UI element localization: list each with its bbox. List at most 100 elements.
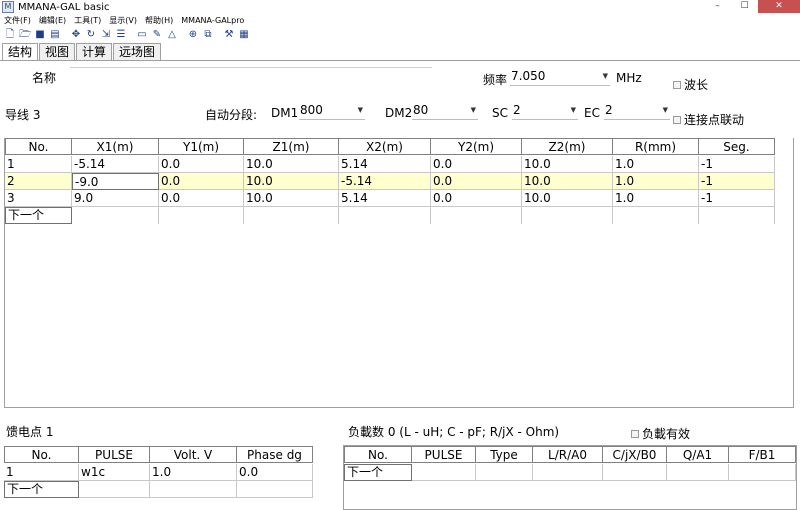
- tab-calculate[interactable]: 计算: [76, 43, 113, 60]
- cell-z2[interactable]: 10.0: [522, 173, 613, 190]
- empty-cell[interactable]: [412, 464, 476, 481]
- target-icon[interactable]: ⊕: [187, 29, 199, 41]
- cell-radius[interactable]: 1.0: [613, 156, 699, 173]
- tab-structure[interactable]: 结构: [2, 43, 39, 61]
- tab-view[interactable]: 视图: [39, 43, 76, 60]
- column-header[interactable]: X2(m): [339, 138, 431, 155]
- menu-view[interactable]: 显示(V): [105, 15, 141, 26]
- copy-icon[interactable]: ⧉: [202, 29, 214, 41]
- empty-cell[interactable]: [339, 207, 431, 224]
- save-icon[interactable]: ■: [34, 29, 46, 41]
- cell-no[interactable]: 2: [5, 173, 72, 190]
- empty-cell[interactable]: [244, 207, 339, 224]
- column-header[interactable]: F/B1: [729, 446, 796, 463]
- cell-x2[interactable]: -5.14: [339, 173, 431, 190]
- cell-y2[interactable]: 0.0: [431, 156, 522, 173]
- column-header[interactable]: Type: [476, 446, 533, 463]
- pencil-icon[interactable]: ✎: [151, 29, 163, 41]
- cell-radius[interactable]: 1.0: [613, 173, 699, 190]
- column-header[interactable]: No.: [5, 138, 72, 155]
- open-icon[interactable]: 🗁: [19, 29, 31, 41]
- new-icon[interactable]: 🗋: [4, 29, 16, 41]
- cell-z1[interactable]: 10.0: [244, 190, 339, 207]
- cell-y1[interactable]: 0.0: [159, 173, 244, 190]
- cell-segments[interactable]: -1: [699, 173, 775, 190]
- move-icon[interactable]: ✥: [70, 29, 82, 41]
- cell-z1[interactable]: 10.0: [244, 173, 339, 190]
- scale-icon[interactable]: ⇲: [100, 29, 112, 41]
- column-header[interactable]: Seg.: [699, 138, 775, 155]
- cell-x1[interactable]: -9.0: [72, 173, 159, 190]
- column-header[interactable]: R(mm): [613, 138, 699, 155]
- empty-cell[interactable]: [729, 464, 796, 481]
- menu-file[interactable]: 文件(F): [0, 15, 35, 26]
- calculator-icon[interactable]: ▦: [238, 29, 250, 41]
- empty-cell[interactable]: [603, 464, 667, 481]
- cell-pulse[interactable]: w1c: [79, 464, 150, 481]
- column-header[interactable]: Volt. V: [150, 446, 237, 463]
- dm2-combo[interactable]: 80 ▼: [412, 102, 478, 120]
- cell-radius[interactable]: 1.0: [613, 190, 699, 207]
- menu-help[interactable]: 帮助(H): [141, 15, 177, 26]
- table-row[interactable]: 1 w1c 1.0 0.0: [4, 464, 313, 481]
- empty-cell[interactable]: [431, 207, 522, 224]
- tools-icon[interactable]: ⚒: [223, 29, 235, 41]
- column-header[interactable]: PULSE: [412, 446, 476, 463]
- cell-y2[interactable]: 0.0: [431, 173, 522, 190]
- empty-cell[interactable]: [159, 207, 244, 224]
- next-row-button[interactable]: 下一个: [344, 464, 412, 481]
- ec-combo[interactable]: 2 ▼: [604, 102, 670, 120]
- cell-x2[interactable]: 5.14: [339, 156, 431, 173]
- info-icon[interactable]: ▤: [49, 29, 61, 41]
- table-row-next[interactable]: 下一个: [4, 481, 313, 498]
- empty-cell[interactable]: [476, 464, 533, 481]
- empty-cell[interactable]: [613, 207, 699, 224]
- empty-cell[interactable]: [667, 464, 729, 481]
- cell-no[interactable]: 1: [4, 464, 79, 481]
- cell-x2[interactable]: 5.14: [339, 190, 431, 207]
- table-row-selected[interactable]: 2 -9.0 0.0 10.0 -5.14 0.0 10.0 1.0 -1: [5, 173, 775, 190]
- sc-combo[interactable]: 2 ▼: [512, 102, 578, 120]
- cell-x1[interactable]: 9.0: [72, 190, 159, 207]
- cell-phase[interactable]: 0.0: [237, 464, 313, 481]
- tab-far-field[interactable]: 远场图: [113, 43, 162, 60]
- column-header[interactable]: No.: [4, 446, 79, 463]
- column-header[interactable]: Y2(m): [431, 138, 522, 155]
- empty-cell[interactable]: [150, 481, 237, 498]
- empty-cell[interactable]: [79, 481, 150, 498]
- table-row[interactable]: 3 9.0 0.0 10.0 5.14 0.0 10.0 1.0 -1: [5, 190, 775, 207]
- rotate-icon[interactable]: ↻: [85, 29, 97, 41]
- next-row-button[interactable]: 下一个: [4, 481, 79, 498]
- next-row-button[interactable]: 下一个: [5, 207, 72, 224]
- triangle-icon[interactable]: △: [166, 29, 178, 41]
- empty-cell[interactable]: [237, 481, 313, 498]
- empty-cell[interactable]: [72, 207, 159, 224]
- doc-icon[interactable]: ▭: [136, 29, 148, 41]
- menu-pro[interactable]: MMANA-GALpro: [177, 16, 248, 25]
- cell-segments[interactable]: -1: [699, 190, 775, 207]
- cell-z2[interactable]: 10.0: [522, 156, 613, 173]
- close-button[interactable]: ✕: [758, 0, 800, 13]
- cell-voltage[interactable]: 1.0: [150, 464, 237, 481]
- column-header[interactable]: PULSE: [79, 446, 150, 463]
- name-input[interactable]: [70, 67, 432, 68]
- column-header[interactable]: L/R/A0: [533, 446, 603, 463]
- frequency-combo[interactable]: 7.050 ▼: [510, 68, 610, 86]
- link-points-checkbox[interactable]: 连接点联动: [673, 111, 744, 128]
- cell-segments[interactable]: -1: [699, 156, 775, 173]
- column-header[interactable]: Z1(m): [244, 138, 339, 155]
- cell-y1[interactable]: 0.0: [159, 190, 244, 207]
- menu-edit[interactable]: 编辑(E): [35, 15, 70, 26]
- cell-x1[interactable]: -5.14: [72, 156, 159, 173]
- minimize-button[interactable]: –: [704, 0, 731, 13]
- edit-icon[interactable]: ☰: [115, 29, 127, 41]
- empty-cell[interactable]: [522, 207, 613, 224]
- column-header[interactable]: Z2(m): [522, 138, 613, 155]
- column-header[interactable]: X1(m): [72, 138, 159, 155]
- cell-no[interactable]: 1: [5, 156, 72, 173]
- maximize-button[interactable]: ☐: [731, 0, 758, 13]
- column-header[interactable]: Q/A1: [667, 446, 729, 463]
- column-header[interactable]: C/jX/B0: [603, 446, 667, 463]
- empty-cell[interactable]: [699, 207, 775, 224]
- cell-no[interactable]: 3: [5, 190, 72, 207]
